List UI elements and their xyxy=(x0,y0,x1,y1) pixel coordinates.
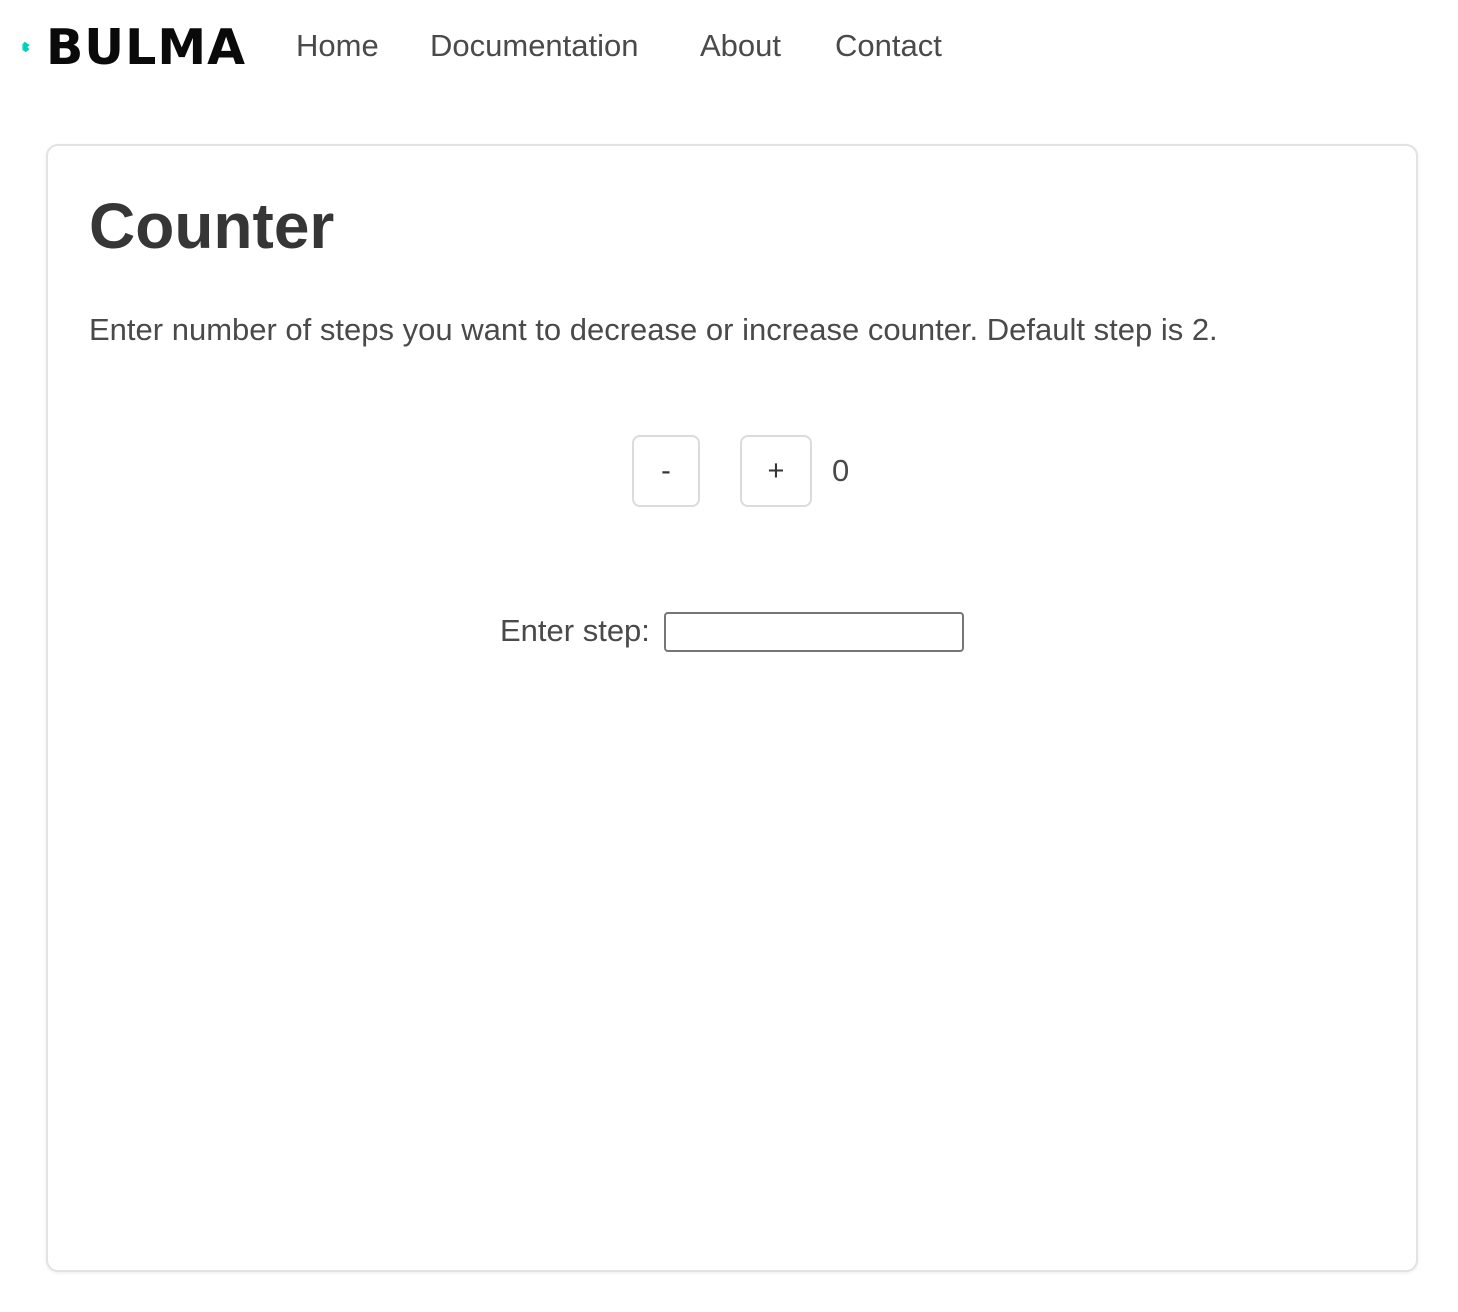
counter-description: Enter number of steps you want to decrea… xyxy=(89,312,1218,347)
decrement-button[interactable]: - xyxy=(632,435,700,507)
bulma-logo-icon xyxy=(22,41,30,53)
nav-item-home[interactable]: Home xyxy=(296,26,379,66)
increment-button[interactable]: + xyxy=(740,435,812,507)
step-label: Enter step: xyxy=(500,613,650,648)
nav-item-about[interactable]: About xyxy=(700,26,781,66)
brand-name: BULMA xyxy=(45,18,246,76)
counter-value: 0 xyxy=(832,453,850,488)
brand-logo[interactable]: BULMA xyxy=(22,17,246,77)
nav-item-contact[interactable]: Contact xyxy=(835,26,942,66)
counter-card: Counter Enter number of steps you want t… xyxy=(46,144,1418,1272)
step-input[interactable] xyxy=(664,612,964,652)
page-title: Counter xyxy=(89,190,335,262)
nav-item-documentation[interactable]: Documentation xyxy=(430,26,639,66)
navbar: BULMA Home Documentation About Contact xyxy=(0,0,1458,94)
